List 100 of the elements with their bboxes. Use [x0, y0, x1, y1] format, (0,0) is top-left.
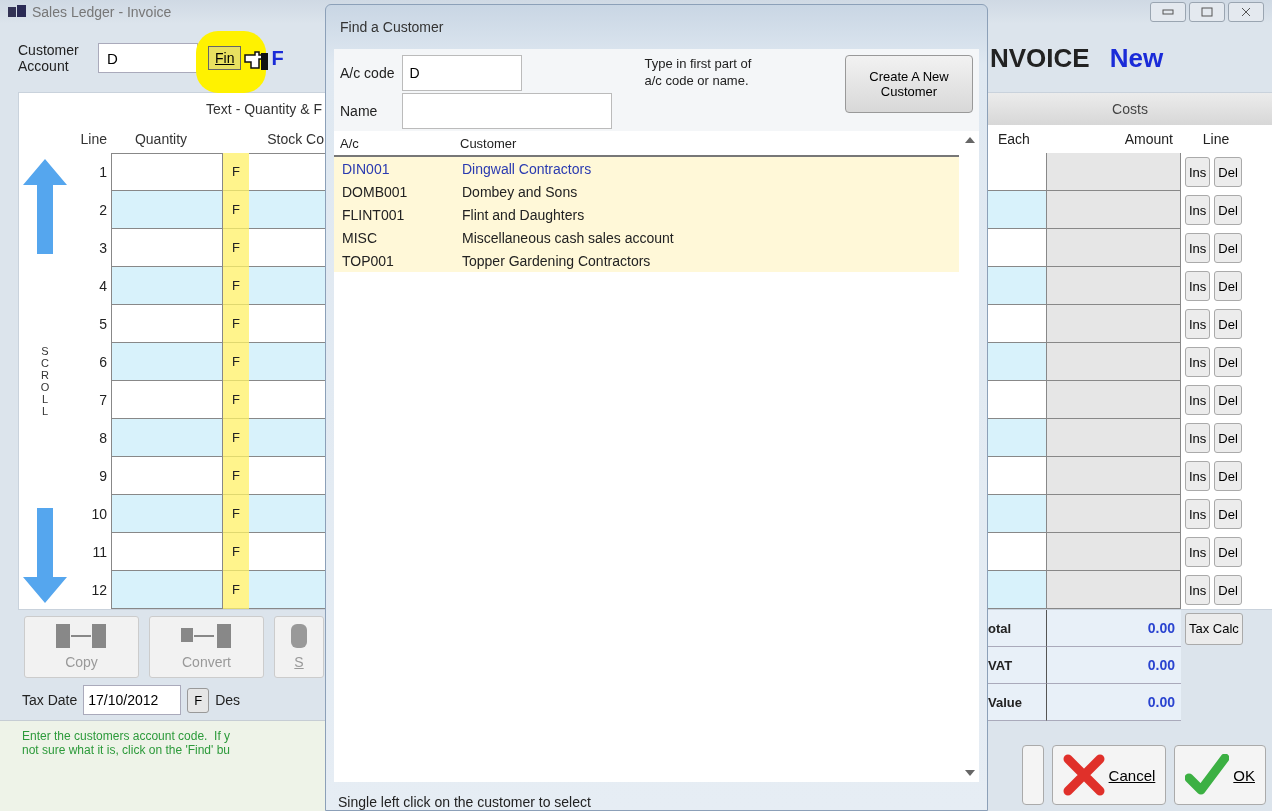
insert-line-button[interactable]: Ins — [1185, 537, 1211, 567]
customer-account-field[interactable]: D — [98, 43, 198, 73]
date-picker-button[interactable]: F — [187, 687, 210, 713]
find-stock-button[interactable]: F — [223, 495, 249, 533]
quantity-cell[interactable] — [111, 191, 223, 229]
find-stock-button[interactable]: F — [223, 571, 249, 609]
delete-line-button[interactable]: Del — [1214, 233, 1242, 263]
close-icon — [1241, 7, 1251, 17]
find-stock-button[interactable]: F — [223, 457, 249, 495]
stock-code-cell[interactable] — [249, 267, 326, 305]
minimize-button[interactable] — [1150, 2, 1186, 22]
cancel-button[interactable]: Cancel — [1051, 745, 1167, 805]
stock-code-cell[interactable] — [249, 571, 326, 609]
stock-code-cell[interactable] — [249, 419, 326, 457]
code-field[interactable]: D — [402, 55, 523, 91]
line-number: 3 — [98, 239, 108, 258]
scroll-down-icon[interactable] — [965, 770, 975, 776]
scroll-up-icon[interactable] — [965, 137, 975, 143]
line-number: 12 — [90, 581, 108, 600]
close-button[interactable] — [1228, 2, 1264, 22]
ok-button[interactable]: OK — [1174, 745, 1266, 805]
each-cell[interactable] — [988, 343, 1046, 381]
help-text: Type in first part of a/c code or name. — [644, 55, 753, 90]
quantity-cell[interactable] — [111, 495, 223, 533]
delete-line-button[interactable]: Del — [1214, 157, 1242, 187]
find-button[interactable]: Fin — [208, 46, 242, 70]
find-stock-button[interactable]: F — [223, 381, 249, 419]
stock-code-cell[interactable] — [249, 495, 326, 533]
find-stock-button[interactable]: F — [223, 419, 249, 457]
status-text: Single left click on the customer to select — [337, 793, 592, 810]
insert-line-button[interactable]: Ins — [1185, 423, 1211, 453]
window-title: Sales Ledger - Invoice — [32, 4, 172, 20]
line-number: 6 — [98, 353, 108, 372]
help-text-line: Enter the customers account code. If y — [22, 729, 232, 743]
document-title: NVOICE — [990, 42, 1090, 74]
insert-line-button[interactable]: Ins — [1185, 157, 1211, 187]
find-stock-button[interactable]: F — [223, 229, 249, 267]
customer-account-label: Customer Account — [18, 42, 80, 74]
line-number: 1 — [98, 163, 108, 182]
scroll-down-arrow-icon[interactable] — [23, 508, 67, 603]
minimize-icon — [1162, 9, 1174, 15]
each-cell[interactable] — [988, 191, 1046, 229]
tax-calc-button[interactable]: Tax Calc — [1185, 612, 1243, 645]
insert-line-button[interactable]: Ins — [1185, 461, 1211, 491]
find-stock-button[interactable]: F — [223, 267, 249, 305]
total-label: otal — [988, 610, 1046, 647]
stock-code-cell[interactable] — [249, 343, 326, 381]
insert-line-button[interactable]: Ins — [1185, 233, 1211, 263]
quantity-cell[interactable] — [111, 153, 223, 191]
customer-row[interactable]: MISC Miscellaneous cash sales account — [334, 226, 959, 249]
column-header: Amount — [1123, 131, 1174, 147]
each-cell[interactable] — [988, 267, 1046, 305]
insert-line-button[interactable]: Ins — [1185, 271, 1211, 301]
insert-line-button[interactable]: Ins — [1185, 195, 1211, 225]
delete-line-button[interactable]: Del — [1214, 575, 1242, 605]
tax-date-label: Tax Date — [22, 692, 78, 708]
delete-line-button[interactable]: Del — [1214, 499, 1242, 529]
scroll-up-arrow-icon[interactable] — [23, 159, 67, 254]
each-cell[interactable] — [988, 495, 1046, 533]
stock-code-cell[interactable] — [249, 191, 326, 229]
insert-line-button[interactable]: Ins — [1185, 499, 1211, 529]
insert-line-button[interactable]: Ins — [1185, 385, 1211, 415]
delete-line-button[interactable]: Del — [1214, 309, 1242, 339]
quantity-cell[interactable] — [111, 267, 223, 305]
customer-row[interactable]: FLINT001 Flint and Daughters — [334, 203, 959, 226]
customer-row[interactable]: DOMB001 Dombey and Sons — [334, 180, 959, 203]
tax-date-field[interactable]: 17/10/2012 — [83, 685, 182, 715]
line-number: 8 — [98, 429, 108, 448]
each-cell[interactable] — [988, 571, 1046, 609]
find-stock-button[interactable]: F — [223, 343, 249, 381]
delete-line-button[interactable]: Del — [1214, 195, 1242, 225]
insert-line-button[interactable]: Ins — [1185, 347, 1211, 377]
description-label: Des — [215, 692, 241, 708]
find-stock-button[interactable]: F — [223, 191, 249, 229]
delete-line-button[interactable]: Del — [1214, 347, 1242, 377]
delete-line-button[interactable]: Del — [1214, 271, 1242, 301]
partial-button[interactable] — [1021, 745, 1044, 805]
find-stock-button[interactable]: F — [223, 533, 249, 571]
each-cell[interactable] — [988, 419, 1046, 457]
customer-row[interactable]: TOP001 Topper Gardening Contractors — [334, 249, 959, 272]
delete-line-button[interactable]: Del — [1214, 461, 1242, 491]
create-customer-button[interactable]: Create A New Customer — [845, 55, 973, 113]
quantity-cell[interactable] — [111, 419, 223, 457]
insert-line-button[interactable]: Ins — [1185, 309, 1211, 339]
name-field[interactable] — [402, 93, 613, 129]
insert-line-button[interactable]: Ins — [1185, 575, 1211, 605]
delete-line-button[interactable]: Del — [1214, 537, 1242, 567]
delete-line-button[interactable]: Del — [1214, 423, 1242, 453]
customer-row[interactable]: DIN001 Dingwall Contractors — [334, 157, 959, 180]
line-number: 5 — [98, 315, 108, 334]
line-number: 9 — [98, 467, 108, 486]
find-stock-button[interactable]: F — [223, 153, 249, 191]
line-number: 2 — [98, 201, 108, 220]
quantity-cell[interactable] — [111, 343, 223, 381]
delete-line-button[interactable]: Del — [1214, 385, 1242, 415]
copy-blocks-icon — [55, 624, 108, 648]
line-number: 7 — [98, 391, 108, 410]
costs-heading: Costs — [988, 93, 1272, 125]
quantity-cell[interactable] — [111, 571, 223, 609]
find-stock-button[interactable]: F — [223, 305, 249, 343]
